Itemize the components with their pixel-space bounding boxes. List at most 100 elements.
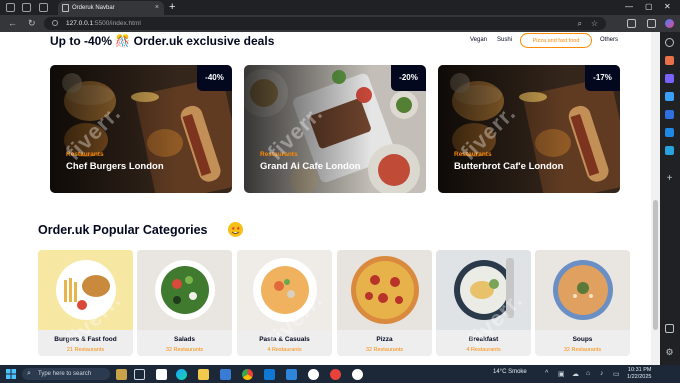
reload-icon[interactable]: ↻ (28, 18, 36, 29)
taskbar-search[interactable]: ⌕ Type here to search (22, 368, 110, 380)
window-close-button[interactable]: ✕ (664, 2, 671, 11)
volume-icon[interactable]: ♪ (600, 370, 604, 377)
copilot-icon[interactable] (665, 19, 674, 28)
sidebar-tools-icon[interactable] (665, 74, 674, 83)
deal-card-butterbrot-cafe[interactable]: -17% Restaurants Butterbrot Caf'e London (438, 65, 620, 193)
scrollbar-thumb[interactable] (653, 200, 658, 330)
category-count: 4 Restaurants (267, 347, 302, 353)
deal-card-grand-ai-cafe[interactable]: -20% Restaurants Grand Ai Cafe London (244, 65, 426, 193)
address-bar[interactable]: 127.0.0.1:5500/index.html ⌕ ☆ (44, 17, 606, 30)
filter-others[interactable]: Others (600, 37, 618, 43)
network-icon[interactable]: ⌂ (586, 370, 590, 377)
taskbar: ⌕ Type here to search 14°C Smoke ^ ▣ ☁ ⌂… (0, 365, 680, 383)
filter-pizza-and-fast-food[interactable]: Pizza and fast food (520, 33, 592, 48)
tray-chevron-icon[interactable]: ^ (545, 370, 548, 377)
maximize-button[interactable]: ▢ (645, 2, 653, 11)
category-card-pizza[interactable]: Pizza 32 Restaurants (337, 250, 432, 356)
category-card-salads[interactable]: Salads 32 Restaurants (137, 250, 232, 356)
task-view-icon[interactable] (134, 369, 145, 380)
sidebar-outlook-icon[interactable] (665, 128, 674, 137)
site-info-icon[interactable] (52, 20, 58, 26)
opera-icon[interactable] (330, 369, 341, 380)
workspaces-icon[interactable] (22, 3, 31, 12)
category-image-pasta (237, 250, 332, 330)
deal-restaurant-name: Grand Ai Cafe London (260, 161, 361, 172)
category-count: 32 Restaurants (165, 347, 204, 353)
taskbar-app-icon[interactable] (352, 369, 363, 380)
discount-badge: -17% (585, 65, 620, 91)
category-image-burgers (38, 250, 133, 330)
category-count: 21 Restaurants (66, 347, 105, 353)
back-icon[interactable]: ← (8, 18, 17, 28)
category-card-burgers[interactable]: Burgers & Fast food 21 Restaurants (38, 250, 133, 356)
battery-icon[interactable]: ▭ (613, 370, 620, 378)
filter-vegan[interactable]: Vegan (470, 37, 487, 43)
taskbar-widget-icon[interactable] (116, 369, 127, 380)
github-icon[interactable] (308, 369, 319, 380)
sidebar-games-icon[interactable] (665, 92, 674, 101)
windows-start-icon[interactable] (6, 369, 16, 379)
sidebar-add-icon[interactable]: + (665, 174, 674, 184)
onedrive-icon[interactable]: ☁ (572, 370, 579, 378)
deal-card-chef-burgers[interactable]: -40% Restaurants Chef Burgers London (50, 65, 232, 193)
star-struck-emoji-icon: ★ ★ (228, 222, 243, 237)
address-bar-row: ← ↻ 127.0.0.1:5500/index.html ⌕ ☆ (0, 15, 680, 32)
split-view-icon[interactable] (647, 19, 656, 28)
sidebar-telegram-icon[interactable] (665, 146, 674, 155)
category-count: 4 Restaurants (466, 347, 501, 353)
sidebar-office-icon[interactable] (665, 110, 674, 119)
chrome-icon[interactable] (242, 369, 253, 380)
search-icon: ⌕ (27, 370, 31, 377)
deals-heading: Up to -40% 🎊 Order.uk exclusive deals (50, 34, 275, 48)
minimize-button[interactable]: — (625, 2, 633, 11)
category-image-soups (535, 250, 630, 330)
page-content: Up to -40% 🎊 Order.uk exclusive deals Ve… (0, 32, 651, 365)
new-tab-button[interactable]: + (169, 1, 175, 13)
category-image-pizza (337, 250, 432, 330)
store-icon[interactable] (220, 369, 231, 380)
categories-heading: Order.uk Popular Categories (38, 223, 208, 237)
category-name: Burgers & Fast food (54, 336, 117, 343)
zoom-icon[interactable]: ⌕ (578, 19, 582, 29)
category-card-soups[interactable]: Soups 32 Restaurants (535, 250, 630, 356)
category-name: Salads (174, 336, 195, 343)
discount-badge: -20% (391, 65, 426, 91)
url-host: 127.0.0.1 (66, 20, 94, 27)
taskbar-app-icon[interactable] (156, 369, 167, 380)
filter-sushi[interactable]: Sushi (497, 37, 512, 43)
taskbar-search-placeholder: Type here to search (38, 371, 92, 377)
sidebar-settings-icon[interactable]: ⚙ (665, 348, 674, 357)
category-name: Pasta & Casuals (259, 336, 310, 343)
page-scrollbar[interactable] (651, 32, 660, 365)
category-count: 32 Restaurants (365, 347, 404, 353)
file-explorer-icon[interactable] (198, 369, 209, 380)
system-clock[interactable]: 10:31 PM 1/22/2025 (627, 367, 651, 381)
discount-badge: -40% (197, 65, 232, 91)
sidebar-layout-icon[interactable] (665, 324, 674, 333)
deal-category: Restaurants (454, 151, 492, 158)
outlook-icon[interactable] (264, 369, 275, 380)
tray-app-icon[interactable]: ▣ (558, 370, 565, 378)
tab-actions-icon[interactable] (39, 3, 48, 12)
vscode-icon[interactable] (286, 369, 297, 380)
weather-status[interactable]: 14°C Smoke (493, 369, 527, 375)
clock-date: 1/22/2025 (627, 374, 652, 380)
tab-close-icon[interactable]: × (155, 4, 159, 11)
tab-title: Orderuk Navbar (72, 5, 115, 11)
category-name: Pizza (376, 336, 393, 343)
tab-orderuk-navbar[interactable]: Orderuk Navbar × (58, 1, 164, 15)
deal-restaurant-name: Chef Burgers London (66, 161, 164, 172)
sidebar-shopping-icon[interactable] (665, 56, 674, 65)
sidebar-search-icon[interactable] (665, 38, 674, 47)
edge-icon[interactable] (176, 369, 187, 380)
extensions-icon[interactable] (627, 19, 636, 28)
clock-time: 10:31 PM (627, 367, 652, 373)
bookmark-star-icon[interactable]: ☆ (591, 19, 598, 28)
profile-icon[interactable] (6, 3, 15, 12)
tab-bar: Orderuk Navbar × + — ▢ ✕ (0, 0, 680, 15)
svg-text:★: ★ (236, 226, 241, 232)
page-favicon-icon (62, 4, 69, 12)
category-image-salads (137, 250, 232, 330)
category-card-pasta[interactable]: Pasta & Casuals 4 Restaurants (237, 250, 332, 356)
category-card-breakfast[interactable]: Breakfast 4 Restaurants (436, 250, 531, 356)
